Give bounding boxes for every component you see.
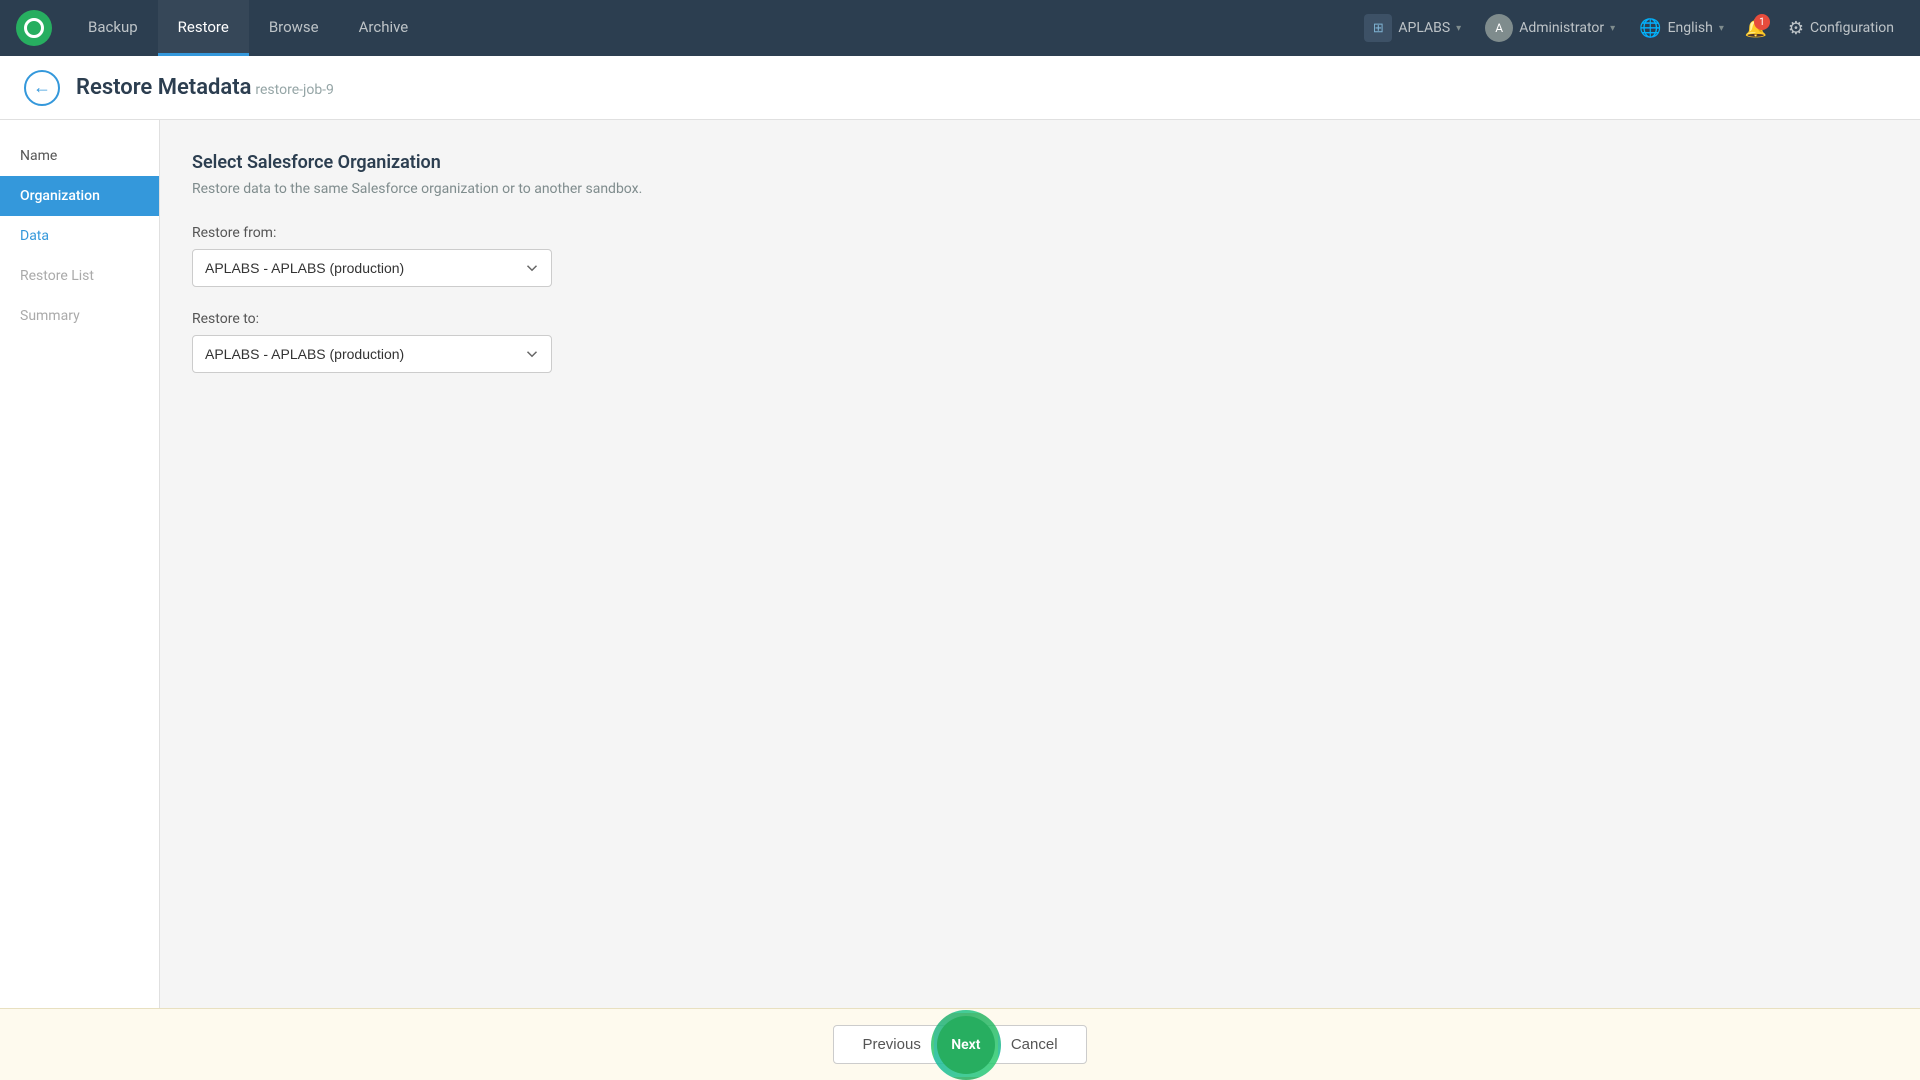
org-selector[interactable]: ⊞ APLABS ▾ bbox=[1354, 8, 1471, 48]
nav-archive[interactable]: Archive bbox=[339, 0, 429, 56]
user-chevron-icon: ▾ bbox=[1610, 23, 1615, 34]
back-icon: ← bbox=[33, 77, 51, 98]
topbar-right: ⊞ APLABS ▾ A Administrator ▾ 🌐 English ▾… bbox=[1354, 8, 1904, 48]
section-desc: Restore data to the same Salesforce orga… bbox=[192, 181, 1888, 197]
notification-badge: 1 bbox=[1754, 14, 1770, 30]
restore-to-select[interactable]: APLABS - APLABS (production) bbox=[192, 335, 552, 373]
nav-backup[interactable]: Backup bbox=[68, 0, 158, 56]
restore-to-label: Restore to: bbox=[192, 311, 1888, 327]
page-header: ← Restore Metadata restore-job-9 bbox=[0, 56, 1920, 120]
app-logo[interactable] bbox=[16, 10, 52, 46]
org-icon: ⊞ bbox=[1364, 14, 1392, 42]
page-subtitle: restore-job-9 bbox=[255, 82, 334, 98]
restore-to-group: Restore to: APLABS - APLABS (production) bbox=[192, 311, 1888, 373]
restore-from-label: Restore from: bbox=[192, 225, 1888, 241]
sidebar-item-restore-list: Restore List bbox=[0, 256, 159, 296]
back-button[interactable]: ← bbox=[24, 70, 60, 106]
user-selector[interactable]: A Administrator ▾ bbox=[1475, 8, 1625, 48]
page-wrapper: ← Restore Metadata restore-job-9 Name Or… bbox=[0, 56, 1920, 1080]
sidebar-item-data[interactable]: Data bbox=[0, 216, 159, 256]
next-button[interactable]: Next bbox=[937, 1016, 995, 1074]
content-area: Select Salesforce Organization Restore d… bbox=[160, 120, 1920, 1008]
page-title: Restore Metadata bbox=[76, 75, 251, 100]
language-selector[interactable]: 🌐 English ▾ bbox=[1629, 12, 1734, 45]
notification-bell[interactable]: 🔔 1 bbox=[1738, 10, 1774, 46]
user-avatar: A bbox=[1485, 14, 1513, 42]
restore-from-group: Restore from: APLABS - APLABS (productio… bbox=[192, 225, 1888, 287]
gear-icon: ⚙ bbox=[1788, 18, 1804, 39]
topbar: Backup Restore Browse Archive ⊞ APLABS ▾… bbox=[0, 0, 1920, 56]
org-chevron-icon: ▾ bbox=[1456, 23, 1461, 34]
restore-from-select[interactable]: APLABS - APLABS (production) bbox=[192, 249, 552, 287]
org-name: APLABS bbox=[1398, 20, 1450, 36]
page-heading: Restore Metadata restore-job-9 bbox=[76, 75, 334, 100]
main-layout: Name Organization Data Restore List Summ… bbox=[0, 120, 1920, 1008]
nav-restore[interactable]: Restore bbox=[158, 0, 249, 56]
config-label: Configuration bbox=[1810, 20, 1894, 36]
language-chevron-icon: ▾ bbox=[1719, 23, 1724, 34]
nav-browse[interactable]: Browse bbox=[249, 0, 339, 56]
globe-icon: 🌐 bbox=[1639, 18, 1661, 39]
user-name: Administrator bbox=[1519, 20, 1604, 36]
footer: Previous Next Cancel bbox=[0, 1008, 1920, 1080]
section-title: Select Salesforce Organization bbox=[192, 152, 1888, 173]
language-label: English bbox=[1668, 20, 1713, 36]
sidebar-item-name[interactable]: Name bbox=[0, 136, 159, 176]
topbar-nav: Backup Restore Browse Archive bbox=[68, 0, 1354, 56]
configuration-button[interactable]: ⚙ Configuration bbox=[1778, 12, 1904, 45]
sidebar-item-organization[interactable]: Organization bbox=[0, 176, 159, 216]
sidebar-item-summary: Summary bbox=[0, 296, 159, 336]
sidebar: Name Organization Data Restore List Summ… bbox=[0, 120, 160, 1008]
